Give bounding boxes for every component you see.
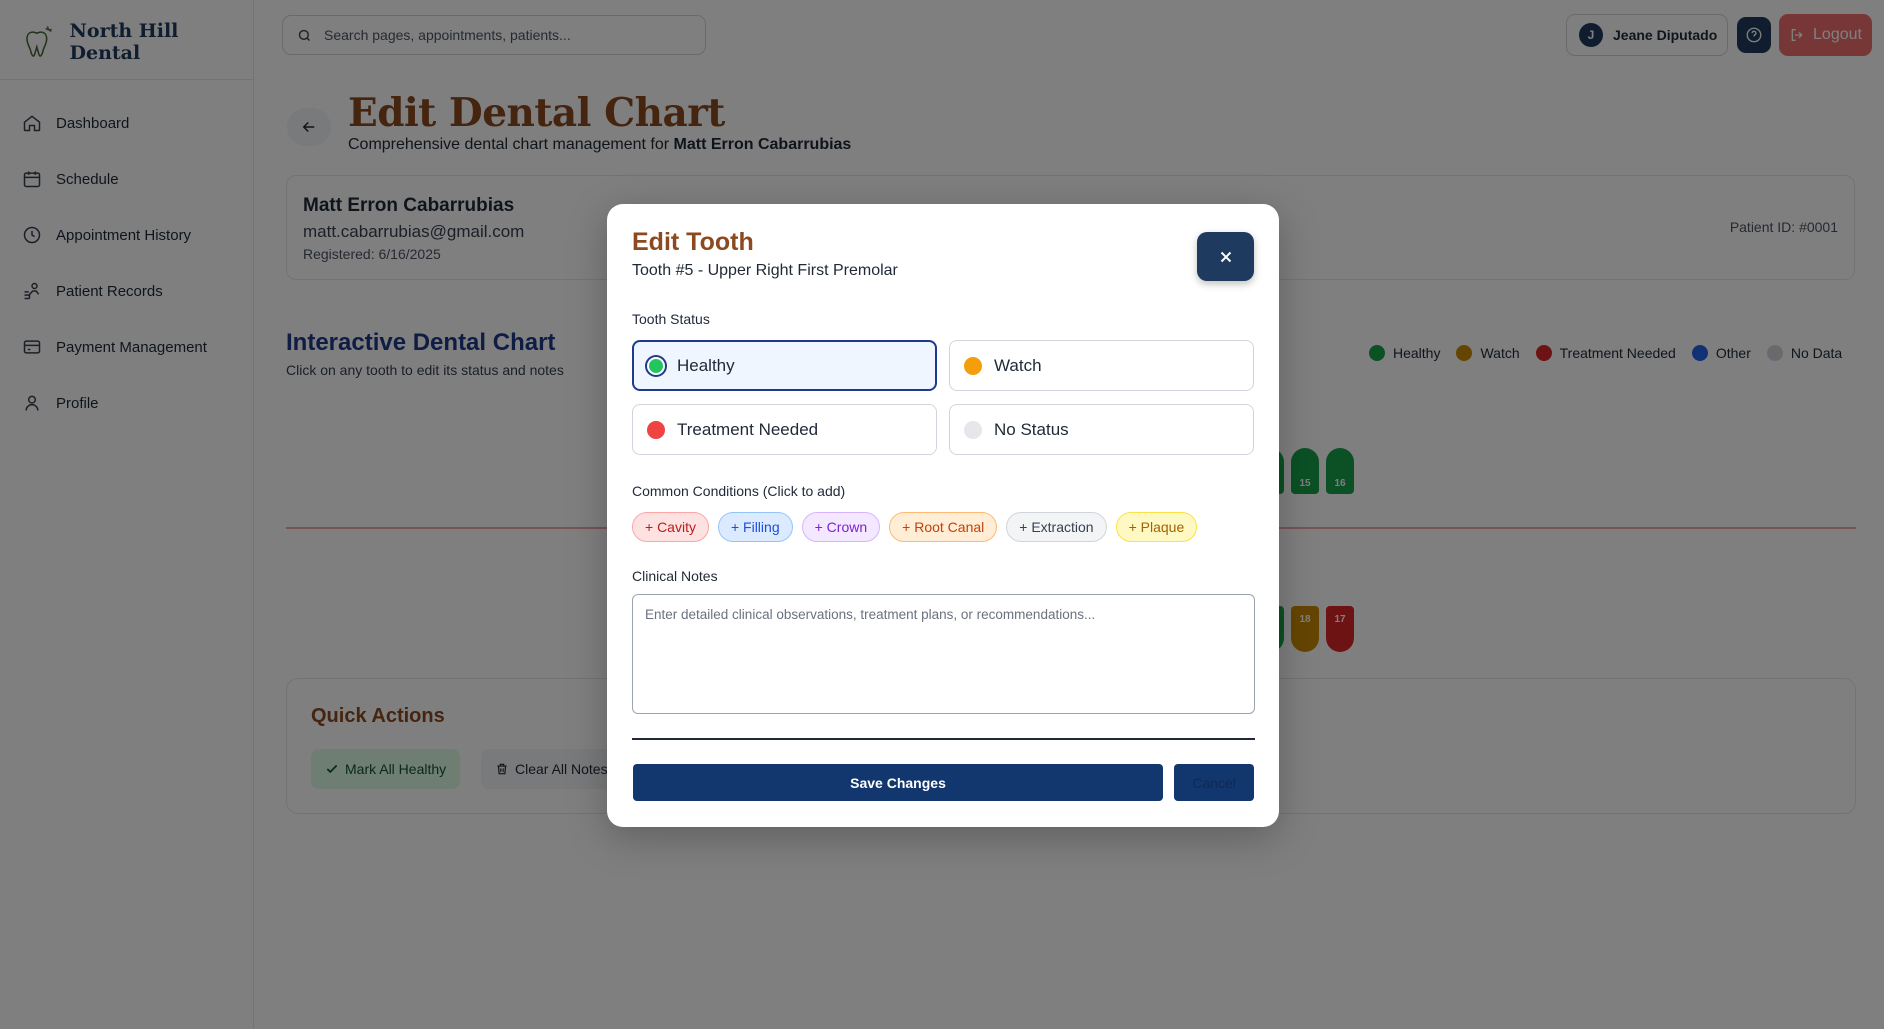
chip-root-canal[interactable]: + Root Canal [889, 512, 998, 542]
modal-subtitle: Tooth #5 - Upper Right First Premolar [632, 262, 898, 279]
condition-chips: + Cavity + Filling + Crown + Root Canal … [632, 512, 1198, 542]
status-dot-watch [964, 356, 982, 375]
chip-crown[interactable]: + Crown [801, 512, 881, 542]
chip-extraction[interactable]: + Extraction [1006, 512, 1107, 542]
modal-title: Edit Tooth [632, 228, 754, 256]
edit-tooth-modal: Edit Tooth Tooth #5 - Upper Right First … [607, 204, 1279, 827]
status-dot-healthy [647, 356, 665, 375]
clinical-notes-textarea[interactable] [632, 594, 1255, 714]
chip-plaque[interactable]: + Plaque [1115, 512, 1198, 542]
modal-divider [632, 738, 1255, 740]
status-option-label: Watch [994, 355, 1042, 375]
status-option-no-status[interactable]: No Status [949, 404, 1254, 455]
tooth-status-label: Tooth Status [632, 311, 710, 327]
status-option-healthy[interactable]: Healthy [632, 340, 937, 391]
save-changes-button[interactable]: Save Changes [633, 764, 1163, 801]
status-option-label: No Status [994, 419, 1069, 439]
close-button[interactable] [1197, 232, 1254, 281]
cancel-button[interactable]: Cancel [1174, 764, 1254, 801]
status-option-treatment-needed[interactable]: Treatment Needed [632, 404, 937, 455]
status-option-label: Healthy [677, 355, 735, 375]
close-icon [1220, 251, 1231, 262]
status-dot-treatment [647, 420, 665, 439]
status-option-watch[interactable]: Watch [949, 340, 1254, 391]
status-option-label: Treatment Needed [677, 419, 819, 439]
clinical-notes-label: Clinical Notes [632, 568, 718, 584]
chip-cavity[interactable]: + Cavity [632, 512, 709, 542]
conditions-label: Common Conditions (Click to add) [632, 483, 846, 499]
chip-filling[interactable]: + Filling [717, 512, 793, 542]
status-dot-none [964, 420, 982, 439]
